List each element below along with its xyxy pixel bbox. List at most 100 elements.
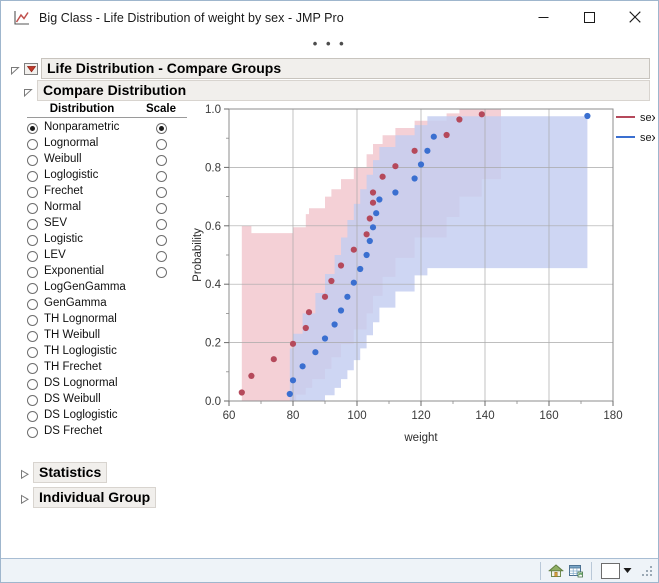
scale-radio-lev[interactable] <box>155 250 167 262</box>
distribution-radio-nonparametric[interactable] <box>27 122 38 134</box>
data-point[interactable] <box>270 356 277 363</box>
scale-radio-cell[interactable] <box>137 266 185 278</box>
legend-label[interactable]: sex=M <box>640 132 655 144</box>
home-icon[interactable] <box>546 561 566 581</box>
distribution-radio-cell[interactable]: DS Loglogistic <box>27 410 137 422</box>
distribution-option-row[interactable]: Nonparametric <box>27 120 187 136</box>
data-point[interactable] <box>379 173 386 180</box>
distribution-option-row[interactable]: Exponential <box>27 264 187 280</box>
distribution-option-row[interactable]: GenGamma <box>27 296 187 312</box>
distribution-radio-ds-frechet[interactable] <box>27 426 38 438</box>
distribution-radio-cell[interactable]: Lognormal <box>27 138 137 150</box>
distribution-radio-exponential[interactable] <box>27 266 38 278</box>
data-point[interactable] <box>357 265 364 273</box>
distribution-option-row[interactable]: Loglogistic <box>27 168 187 184</box>
data-point[interactable] <box>321 293 329 300</box>
distribution-option-row[interactable]: SEV <box>27 216 187 232</box>
close-button[interactable] <box>612 1 658 33</box>
data-point[interactable] <box>305 309 313 316</box>
resize-grip-icon[interactable] <box>640 564 654 578</box>
outline-node-life-distribution[interactable]: Life Distribution - Compare Groups <box>10 58 650 80</box>
scale-radio-cell[interactable] <box>137 138 185 150</box>
distribution-radio-cell[interactable]: Loglogistic <box>27 170 137 182</box>
data-point[interactable] <box>328 277 335 285</box>
distribution-radio-lognormal[interactable] <box>27 138 38 150</box>
data-point[interactable] <box>424 147 431 154</box>
distribution-radio-cell[interactable]: TH Lognormal <box>27 314 137 326</box>
data-table-icon[interactable] <box>566 561 586 581</box>
red-triangle-menu-icon[interactable] <box>24 62 38 75</box>
data-point[interactable] <box>331 321 338 328</box>
life-distribution-plot[interactable]: 60 80 100 120 140 160 180 0.0 0.2 0.4 0.6 0.8 1.0 wei… <box>187 97 655 457</box>
distribution-radio-cell[interactable]: LogGenGamma <box>27 282 137 294</box>
distribution-radio-sev[interactable] <box>27 218 38 230</box>
scale-radio-cell[interactable] <box>137 202 185 214</box>
data-point[interactable] <box>366 215 373 222</box>
distribution-radio-cell[interactable]: Weibull <box>27 154 137 166</box>
distribution-option-row[interactable]: DS Weibull <box>27 392 187 408</box>
outline-node-individual-group[interactable]: Individual Group <box>19 487 157 509</box>
disclosure-open-icon[interactable] <box>10 63 21 76</box>
data-point[interactable] <box>369 189 377 196</box>
data-point[interactable] <box>369 224 377 231</box>
scale-radio-weibull[interactable] <box>155 154 167 166</box>
distribution-radio-th-loglogistic[interactable] <box>27 346 38 358</box>
distribution-option-row[interactable]: DS Lognormal <box>27 376 187 392</box>
data-point[interactable] <box>417 161 425 168</box>
distribution-option-row[interactable]: DS Loglogistic <box>27 408 187 424</box>
data-point[interactable] <box>302 324 309 332</box>
data-point[interactable] <box>286 390 293 398</box>
distribution-radio-frechet[interactable] <box>27 186 38 198</box>
distribution-radio-logistic[interactable] <box>27 234 38 246</box>
scale-radio-cell[interactable] <box>137 250 185 262</box>
data-point[interactable] <box>344 293 351 300</box>
distribution-radio-cell[interactable]: LEV <box>27 250 137 262</box>
distribution-option-row[interactable]: TH Loglogistic <box>27 344 187 360</box>
scale-radio-cell[interactable] <box>137 234 185 246</box>
distribution-option-row[interactable]: Weibull <box>27 152 187 168</box>
distribution-radio-th-frechet[interactable] <box>27 362 38 374</box>
maximize-button[interactable] <box>566 1 612 33</box>
distribution-option-row[interactable]: TH Lognormal <box>27 312 187 328</box>
distribution-radio-gengamma[interactable] <box>27 298 38 310</box>
data-point[interactable] <box>238 389 245 396</box>
data-point[interactable] <box>376 196 383 203</box>
scale-radio-cell[interactable] <box>137 218 185 230</box>
distribution-radio-normal[interactable] <box>27 202 38 214</box>
scale-radio-lognormal[interactable] <box>155 138 167 150</box>
distribution-radio-cell[interactable]: Frechet <box>27 186 137 198</box>
minimize-button[interactable] <box>520 1 566 33</box>
distribution-radio-loggengamma[interactable] <box>27 282 38 294</box>
distribution-radio-cell[interactable]: TH Weibull <box>27 330 137 342</box>
distribution-radio-th-weibull[interactable] <box>27 330 38 342</box>
scale-radio-cell[interactable] <box>137 170 185 182</box>
distribution-option-row[interactable]: Lognormal <box>27 136 187 152</box>
distribution-radio-cell[interactable]: Nonparametric <box>27 122 137 134</box>
scale-radio-cell[interactable] <box>137 122 185 134</box>
distribution-radio-th-lognormal[interactable] <box>27 314 38 326</box>
distribution-radio-cell[interactable]: Normal <box>27 202 137 214</box>
distribution-option-row[interactable]: LEV <box>27 248 187 264</box>
data-point[interactable] <box>337 262 345 269</box>
distribution-option-row[interactable]: Logistic <box>27 232 187 248</box>
distribution-radio-cell[interactable]: DS Weibull <box>27 394 137 406</box>
distribution-radio-ds-lognormal[interactable] <box>27 378 38 390</box>
distribution-radio-loglogistic[interactable] <box>27 170 38 182</box>
distribution-radio-cell[interactable]: SEV <box>27 218 137 230</box>
data-point[interactable] <box>478 111 485 118</box>
data-point[interactable] <box>363 251 370 259</box>
distribution-radio-ds-loglogistic[interactable] <box>27 410 38 422</box>
scale-radio-logistic[interactable] <box>155 234 167 246</box>
distribution-option-row[interactable]: LogGenGamma <box>27 280 187 296</box>
distribution-radio-cell[interactable]: TH Frechet <box>27 362 137 374</box>
data-point[interactable] <box>411 147 418 154</box>
data-point[interactable] <box>392 163 399 170</box>
data-point[interactable] <box>369 199 377 206</box>
data-point[interactable] <box>456 116 463 123</box>
distribution-radio-ds-weibull[interactable] <box>27 394 38 406</box>
color-swatch-button[interactable] <box>601 562 620 579</box>
distribution-radio-lev[interactable] <box>27 250 38 262</box>
distribution-radio-cell[interactable]: Exponential <box>27 266 137 278</box>
distribution-option-row[interactable]: Normal <box>27 200 187 216</box>
distribution-option-row[interactable]: TH Weibull <box>27 328 187 344</box>
